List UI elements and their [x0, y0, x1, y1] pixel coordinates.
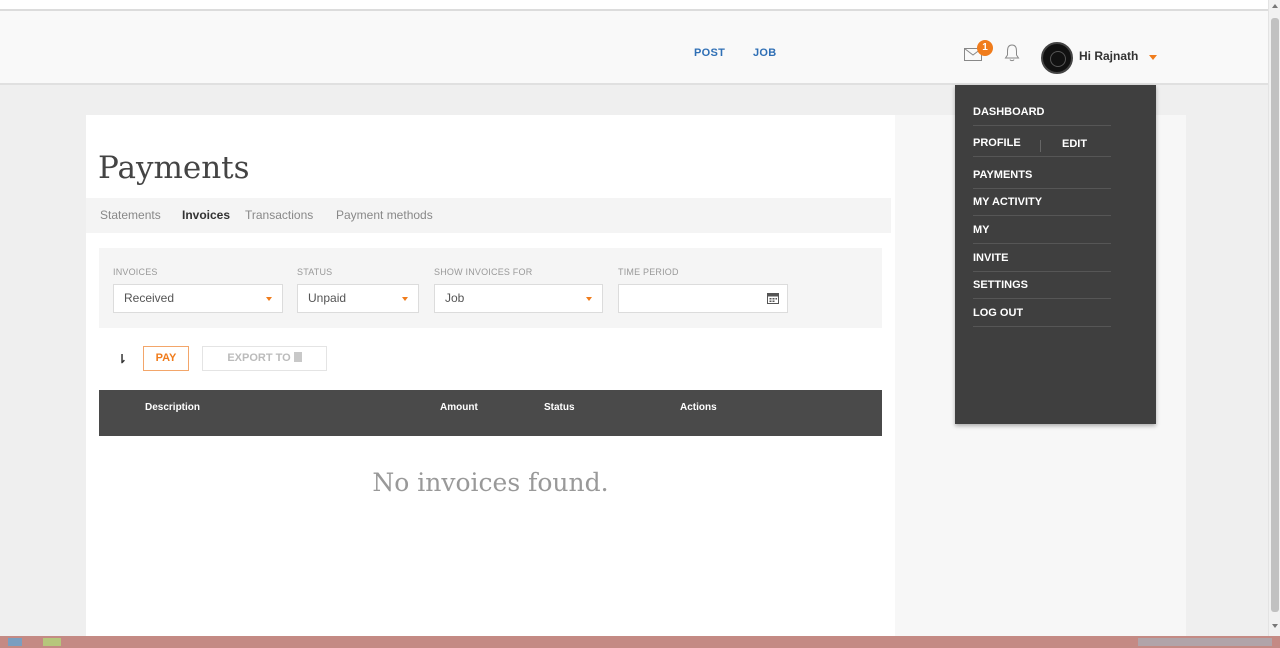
- export-to-label: EXPORT TO: [227, 352, 291, 364]
- invoices-select-value: Received: [124, 291, 175, 305]
- menu-item-payments[interactable]: PAYMENTS: [973, 162, 1111, 189]
- scroll-down-arrow-icon[interactable]: [1272, 624, 1278, 628]
- status-select[interactable]: Unpaid: [297, 284, 419, 313]
- chevron-down-icon[interactable]: [1149, 55, 1157, 60]
- invoices-filter-label: INVOICES: [113, 267, 158, 277]
- page-title: Payments: [98, 150, 250, 186]
- column-description: Description: [145, 402, 201, 413]
- chevron-down-icon: [402, 297, 408, 301]
- invoice-filters: INVOICES Received STATUS Unpaid SHOW INV…: [99, 248, 882, 328]
- top-header: POST JOB 1 Hi Rajnath: [0, 9, 1268, 85]
- document-icon: [293, 352, 302, 362]
- menu-item-my-activity[interactable]: MY ACTIVITY: [973, 189, 1111, 216]
- column-status: Status: [544, 402, 575, 413]
- sort-icon[interactable]: ⇂: [117, 352, 127, 366]
- menu-item-my[interactable]: MY: [973, 217, 1111, 244]
- top-strip: [0, 0, 1280, 9]
- menu-item-settings[interactable]: SETTINGS: [973, 272, 1111, 299]
- payments-card: [86, 115, 895, 636]
- nav-post[interactable]: POST: [694, 47, 725, 59]
- page-scrollbar[interactable]: [1268, 0, 1280, 636]
- empty-state-message: No invoices found.: [372, 468, 609, 497]
- notification-count-badge: 1: [977, 40, 993, 56]
- bell-icon[interactable]: [1004, 44, 1020, 62]
- column-actions: Actions: [680, 402, 717, 413]
- menu-item-dashboard[interactable]: DASHBOARD: [973, 99, 1111, 126]
- export-to-button[interactable]: EXPORT TO: [202, 346, 327, 371]
- time-period-input[interactable]: [618, 284, 788, 313]
- status-select-value: Unpaid: [308, 291, 347, 305]
- menu-item-edit[interactable]: EDIT: [1062, 138, 1087, 150]
- time-period-label: TIME PERIOD: [618, 267, 679, 277]
- payments-subtabs: Statements Invoices Transactions Payment…: [86, 198, 891, 233]
- system-tray: [1138, 638, 1272, 646]
- nav-job[interactable]: JOB: [753, 47, 777, 59]
- scrollbar-thumb[interactable]: [1271, 18, 1279, 612]
- menu-item-profile[interactable]: PROFILE: [973, 130, 1111, 157]
- show-invoices-for-label: SHOW INVOICES FOR: [434, 267, 533, 277]
- tab-payment-methods[interactable]: Payment methods: [336, 208, 433, 222]
- start-button-icon[interactable]: [8, 638, 22, 646]
- user-greeting[interactable]: Hi Rajnath: [1079, 49, 1138, 63]
- tab-statements[interactable]: Statements: [100, 208, 161, 222]
- show-invoices-for-value: Job: [445, 291, 465, 305]
- taskbar-app-icon[interactable]: [43, 638, 61, 646]
- user-dropdown-menu: DASHBOARD PROFILE PAYMENTS MY ACTIVITY M…: [955, 85, 1156, 424]
- menu-item-invite[interactable]: INVITE: [973, 245, 1111, 272]
- pay-button[interactable]: PAY: [143, 346, 189, 371]
- calendar-icon[interactable]: [767, 292, 779, 304]
- chevron-down-icon: [586, 297, 592, 301]
- invoices-select[interactable]: Received: [113, 284, 283, 313]
- menu-item-log-out[interactable]: LOG OUT: [973, 300, 1111, 327]
- show-invoices-for-select[interactable]: Job: [434, 284, 603, 313]
- avatar[interactable]: [1041, 42, 1073, 74]
- scroll-up-arrow-icon[interactable]: [1272, 4, 1278, 8]
- column-amount: Amount: [440, 402, 478, 413]
- chevron-down-icon: [266, 297, 272, 301]
- menu-divider: [1040, 140, 1041, 152]
- invoices-table-header: Description Amount Status Actions: [99, 390, 882, 436]
- tab-transactions[interactable]: Transactions: [245, 208, 313, 222]
- os-taskbar: [0, 636, 1280, 648]
- tab-invoices[interactable]: Invoices: [182, 208, 230, 222]
- status-filter-label: STATUS: [297, 267, 333, 277]
